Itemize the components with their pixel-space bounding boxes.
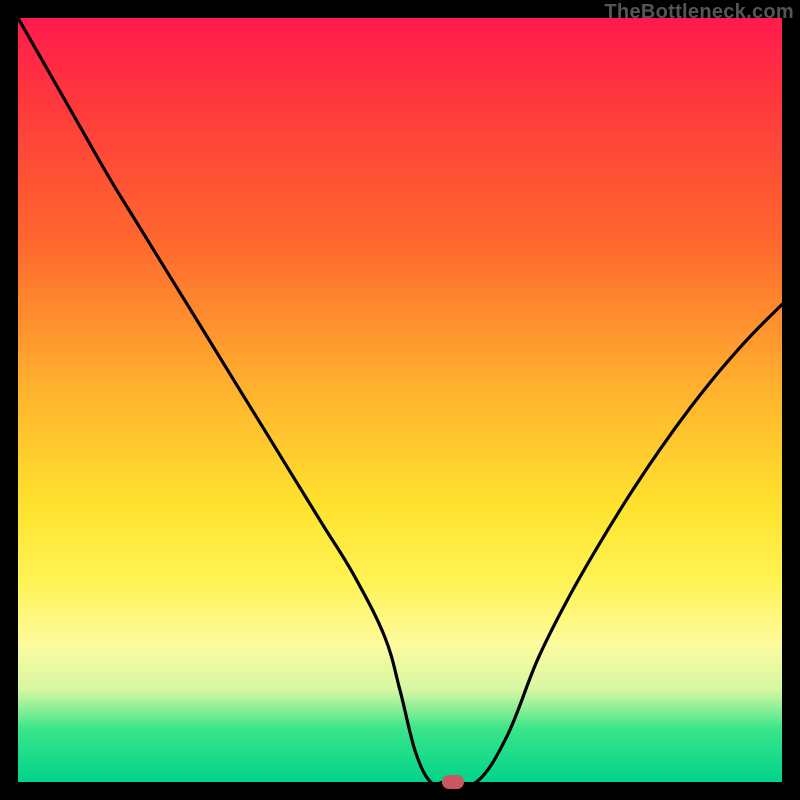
chart-root: { "watermark": "TheBottleneck.com", "cha… [0,0,800,800]
bottleneck-curve [18,18,782,782]
minimum-marker [442,775,464,789]
plot-area [18,18,782,782]
watermark-label: TheBottleneck.com [604,2,794,22]
curve-svg [18,18,782,782]
